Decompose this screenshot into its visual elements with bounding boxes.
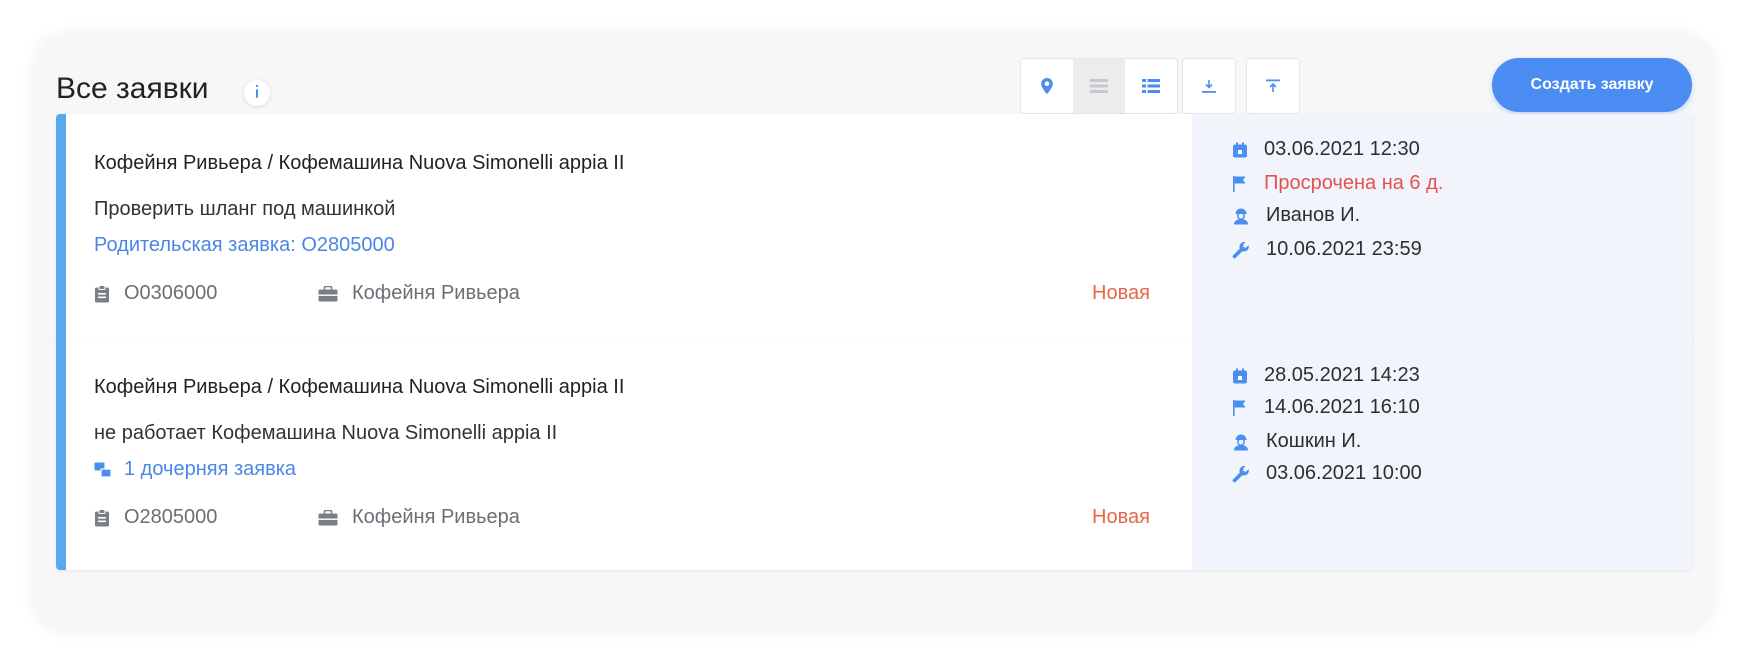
deadline-value: 14.06.2021 16:10: [1264, 396, 1420, 418]
work-date-value: 10.06.2021 23:59: [1266, 238, 1422, 260]
engineer-icon: [1234, 208, 1248, 224]
compact-list-view-button[interactable]: [1073, 59, 1125, 113]
created-date: 03.06.2021 12:30: [1232, 138, 1420, 161]
client: Кофейня Ривьера: [318, 282, 520, 305]
view-toggle-group: [1020, 58, 1178, 114]
calendar-icon: [1233, 142, 1247, 157]
download-icon: [1202, 80, 1216, 93]
created-date-value: 03.06.2021 12:30: [1264, 138, 1420, 160]
engineer-icon: [1234, 434, 1248, 450]
calendar-icon: [1233, 368, 1247, 383]
child-requests-link-label: 1 дочерняя заявка: [124, 458, 297, 480]
briefcase-icon: [318, 509, 338, 525]
detailed-list-view-button[interactable]: [1125, 59, 1177, 113]
clipboard-icon: [95, 284, 109, 302]
card-title[interactable]: Кофейня Ривьера / Кофемашина Nuova Simon…: [94, 376, 624, 399]
card-description: Проверить шланг под машинкой: [94, 198, 396, 220]
work-date: 10.06.2021 23:59: [1232, 238, 1422, 261]
work-date: 03.06.2021 10:00: [1232, 462, 1422, 485]
assignee-name: Кошкин И.: [1266, 430, 1362, 452]
wrench-icon: [1232, 241, 1249, 258]
request-card[interactable]: Кофейня Ривьера / Кофемашина Nuova Simon…: [56, 114, 1692, 346]
card-accent-stripe: [56, 338, 66, 570]
client-name: Кофейня Ривьера: [352, 506, 520, 528]
card-description: не работает Кофемашина Nuova Simonelli a…: [94, 422, 558, 444]
card-meta: О2805000 Кофейня Ривьера: [94, 506, 520, 529]
subtasks-icon: [94, 462, 112, 478]
request-card[interactable]: Кофейня Ривьера / Кофемашина Nuova Simon…: [56, 338, 1692, 570]
card-title[interactable]: Кофейня Ривьера / Кофемашина Nuova Simon…: [94, 152, 624, 175]
page-title: Все заявки: [56, 72, 209, 105]
parent-request-link-label: Родительская заявка: О2805000: [94, 234, 395, 256]
create-request-button[interactable]: Создать заявку: [1492, 58, 1692, 112]
card-accent-stripe: [56, 114, 66, 346]
header: Все заявки Создать заявку: [56, 58, 1692, 118]
list-detailed-icon: [1142, 79, 1160, 93]
parent-request-link[interactable]: Родительская заявка: О2805000: [94, 234, 395, 257]
download-button[interactable]: [1183, 59, 1235, 113]
status-badge: Новая: [1092, 506, 1150, 528]
flag-icon: [1233, 175, 1246, 192]
created-date-value: 28.05.2021 14:23: [1264, 364, 1420, 386]
requests-panel: Все заявки Создать заявку Кофейня Ривьер…: [36, 34, 1712, 628]
card-meta: О0306000 Кофейня Ривьера: [94, 282, 520, 305]
client-name: Кофейня Ривьера: [352, 282, 520, 304]
deadline: 14.06.2021 16:10: [1232, 396, 1420, 419]
assignee: Кошкин И.: [1232, 430, 1361, 453]
flag-icon: [1233, 399, 1246, 416]
briefcase-icon: [318, 285, 338, 301]
deadline-value: Просрочена на 6 д.: [1264, 172, 1444, 194]
assignee-name: Иванов И.: [1266, 204, 1361, 226]
download-button-wrap: [1182, 58, 1236, 114]
info-icon[interactable]: [244, 80, 270, 106]
request-number: О0306000: [94, 282, 318, 305]
request-number: О2805000: [94, 506, 318, 529]
status-badge: Новая: [1092, 282, 1150, 304]
request-number-value: О0306000: [124, 282, 218, 304]
request-number-value: О2805000: [124, 506, 218, 528]
map-pin-icon: [1041, 78, 1053, 94]
map-view-button[interactable]: [1021, 59, 1073, 113]
upload-button[interactable]: [1247, 59, 1299, 113]
created-date: 28.05.2021 14:23: [1232, 364, 1420, 387]
list-compact-icon: [1090, 79, 1108, 93]
work-date-value: 03.06.2021 10:00: [1266, 462, 1422, 484]
child-requests-link[interactable]: 1 дочерняя заявка: [94, 458, 296, 481]
client: Кофейня Ривьера: [318, 506, 520, 529]
clipboard-icon: [95, 508, 109, 526]
assignee: Иванов И.: [1232, 204, 1360, 227]
deadline: Просрочена на 6 д.: [1232, 172, 1443, 195]
wrench-icon: [1232, 465, 1249, 482]
upload-button-wrap: [1246, 58, 1300, 114]
upload-icon: [1266, 79, 1280, 92]
